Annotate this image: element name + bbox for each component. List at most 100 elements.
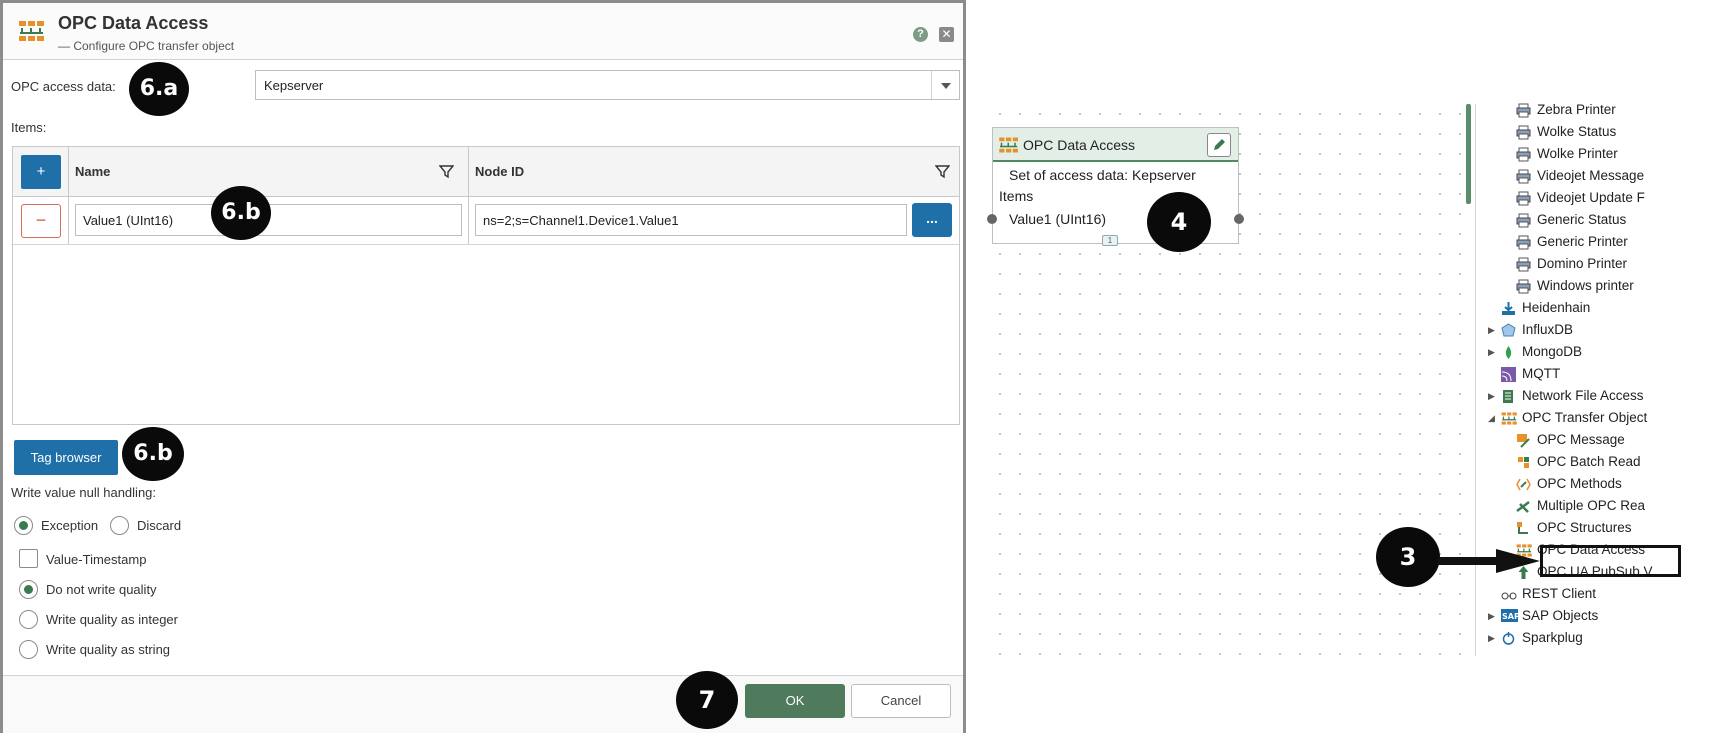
printer-icon bbox=[1516, 125, 1531, 140]
no-quality-label: Do not write quality bbox=[46, 582, 157, 597]
tree-item[interactable]: Videojet Update F bbox=[1488, 188, 1674, 210]
tree-item-label: SAP Objects bbox=[1522, 608, 1599, 623]
tree-item-label: OPC Structures bbox=[1537, 520, 1632, 535]
node-item: Value1 (UInt16) bbox=[1009, 211, 1107, 227]
annotation-badge-6b: 6.b bbox=[211, 186, 271, 240]
discard-label: Discard bbox=[137, 518, 182, 533]
collapse-arrow-icon[interactable]: ◢ bbox=[1488, 413, 1495, 424]
tree-item-label: OPC Methods bbox=[1537, 476, 1622, 491]
annotation-badge-3: 3 bbox=[1376, 527, 1440, 587]
quality-integer-radio[interactable] bbox=[19, 610, 38, 629]
exception-label: Exception bbox=[41, 518, 99, 533]
tree-item[interactable]: Heidenhain bbox=[1488, 298, 1674, 320]
mongodb-icon bbox=[1501, 345, 1516, 360]
dialog-header: OPC Data Access — Configure OPC transfer… bbox=[3, 3, 963, 60]
expand-arrow-icon[interactable]: ▶ bbox=[1488, 611, 1495, 622]
influxdb-icon bbox=[1501, 323, 1516, 338]
column-header-node-id[interactable]: Node ID bbox=[475, 164, 524, 179]
mqtt-icon bbox=[1501, 367, 1516, 382]
items-grid: + Name Node ID − Value1 (UInt16) ns=2;s=… bbox=[12, 146, 960, 425]
remove-item-button[interactable]: − bbox=[21, 204, 61, 238]
opc-structures-icon bbox=[1516, 521, 1531, 536]
discard-radio[interactable] bbox=[110, 516, 129, 535]
opc-icon bbox=[18, 19, 46, 48]
edit-icon[interactable] bbox=[1207, 133, 1231, 157]
expand-arrow-icon[interactable]: ▶ bbox=[1488, 391, 1495, 402]
file-icon bbox=[1501, 389, 1516, 404]
tree-item[interactable]: OPC Methods bbox=[1488, 474, 1674, 496]
annotation-badge-6b: 6.b bbox=[122, 427, 184, 481]
item-count-badge: 1 bbox=[1102, 235, 1118, 246]
no-quality-radio[interactable] bbox=[19, 580, 38, 599]
filter-icon[interactable] bbox=[934, 164, 951, 184]
printer-icon bbox=[1516, 213, 1531, 228]
tree-item[interactable]: Zebra Printer bbox=[1488, 100, 1674, 122]
sap-icon: SAP bbox=[1501, 609, 1520, 624]
filter-icon[interactable] bbox=[438, 164, 455, 184]
tree-item-label: Heidenhain bbox=[1522, 300, 1591, 315]
opc-icon bbox=[997, 136, 1021, 159]
column-divider bbox=[68, 147, 69, 196]
tree-item[interactable]: MQTT bbox=[1488, 364, 1674, 386]
tree-item[interactable]: Windows printer bbox=[1488, 276, 1674, 298]
printer-icon bbox=[1516, 191, 1531, 206]
expand-arrow-icon[interactable]: ▶ bbox=[1488, 633, 1495, 644]
help-icon[interactable]: ? bbox=[913, 27, 928, 42]
browse-node-button[interactable]: ... bbox=[912, 203, 952, 237]
tree-item[interactable]: Wolke Status bbox=[1488, 122, 1674, 144]
scrollbar-thumb[interactable] bbox=[1466, 104, 1471, 204]
exception-radio[interactable] bbox=[14, 516, 33, 535]
tree-item[interactable]: Domino Printer bbox=[1488, 254, 1674, 276]
access-data-select[interactable]: Kepserver bbox=[255, 70, 960, 100]
column-divider bbox=[468, 197, 469, 244]
tree-item[interactable]: ▶ InfluxDB bbox=[1488, 320, 1674, 342]
tree-item[interactable]: REST Client bbox=[1488, 584, 1674, 606]
tree-item[interactable]: ◢ OPC Transfer Object bbox=[1488, 408, 1674, 430]
annotation-badge-6a: 6.a bbox=[129, 62, 189, 116]
svg-text:SAP: SAP bbox=[1502, 612, 1518, 621]
ok-button[interactable]: OK bbox=[745, 684, 845, 718]
tree-item-label: REST Client bbox=[1522, 586, 1597, 601]
tree-item[interactable]: Generic Status bbox=[1488, 210, 1674, 232]
tree-item-label: Videojet Message bbox=[1537, 168, 1645, 183]
input-port[interactable] bbox=[987, 214, 997, 224]
cancel-button[interactable]: Cancel bbox=[851, 684, 951, 718]
tree-item-label: Wolke Printer bbox=[1537, 146, 1618, 161]
access-data-value: Kepserver bbox=[264, 78, 324, 93]
tree-item[interactable]: ▶ MongoDB bbox=[1488, 342, 1674, 364]
expand-arrow-icon[interactable]: ▶ bbox=[1488, 325, 1495, 336]
tree-item-label: MongoDB bbox=[1522, 344, 1583, 359]
tree-item-label: Generic Printer bbox=[1537, 234, 1628, 249]
close-icon[interactable]: ✕ bbox=[939, 27, 954, 42]
node-id-input[interactable]: ns=2;s=Channel1.Device1.Value1 bbox=[475, 204, 907, 236]
tree-item-label: Sparkplug bbox=[1522, 630, 1583, 645]
tree-item-label: InfluxDB bbox=[1522, 322, 1574, 337]
tree-item[interactable]: Videojet Message bbox=[1488, 166, 1674, 188]
tree-item[interactable]: Wolke Printer bbox=[1488, 144, 1674, 166]
expand-arrow-icon[interactable]: ▶ bbox=[1488, 347, 1495, 358]
column-header-name[interactable]: Name bbox=[75, 164, 110, 179]
dialog-subtitle: — Configure OPC transfer object bbox=[58, 39, 235, 53]
tree-item[interactable]: OPC Message bbox=[1488, 430, 1674, 452]
tree-item[interactable]: Multiple OPC Rea bbox=[1488, 496, 1674, 518]
tag-browser-button[interactable]: Tag browser bbox=[14, 440, 118, 475]
chevron-down-icon[interactable] bbox=[931, 71, 959, 99]
tree-item[interactable]: OPC Batch Read bbox=[1488, 452, 1674, 474]
tree-item[interactable]: ▶ Sparkplug bbox=[1488, 628, 1674, 650]
tree-item-label: Windows printer bbox=[1537, 278, 1634, 293]
quality-string-radio[interactable] bbox=[19, 640, 38, 659]
output-port[interactable] bbox=[1234, 214, 1244, 224]
rest-icon bbox=[1501, 587, 1517, 602]
printer-icon bbox=[1516, 169, 1531, 184]
column-divider bbox=[468, 147, 469, 196]
value-timestamp-checkbox[interactable] bbox=[19, 549, 38, 568]
printer-icon bbox=[1516, 279, 1531, 294]
tree-item[interactable]: Generic Printer bbox=[1488, 232, 1674, 254]
tree-item[interactable]: OPC Structures bbox=[1488, 518, 1674, 540]
add-item-button[interactable]: + bbox=[21, 155, 61, 189]
tree-item-label: OPC Message bbox=[1537, 432, 1625, 447]
opc-message-icon bbox=[1516, 433, 1531, 448]
tree-item[interactable]: ▶ SAP SAP Objects bbox=[1488, 606, 1674, 628]
tree-item[interactable]: ▶ Network File Access bbox=[1488, 386, 1674, 408]
printer-icon bbox=[1516, 257, 1531, 272]
